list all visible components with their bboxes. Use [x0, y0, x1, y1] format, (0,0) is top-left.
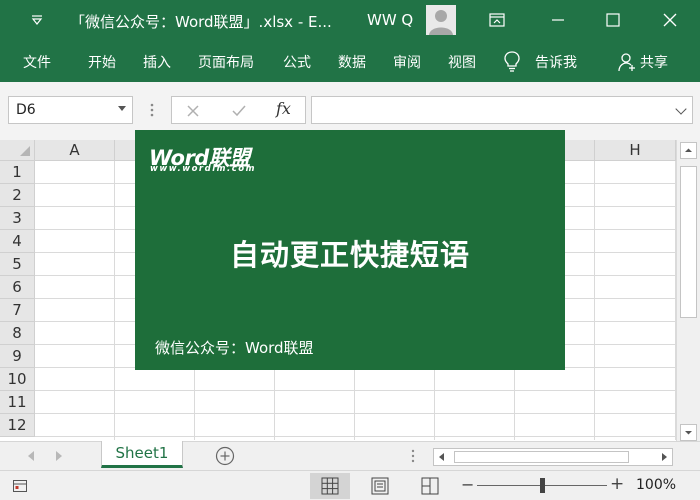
select-all-icon	[20, 146, 30, 156]
row-header[interactable]: 1	[0, 161, 35, 184]
lightbulb-icon[interactable]	[502, 50, 522, 72]
status-bar: − + 100%	[0, 470, 700, 500]
formula-tools: fx	[171, 96, 306, 124]
scroll-thumb[interactable]	[680, 166, 697, 318]
minimize-icon[interactable]	[546, 8, 570, 32]
banner-headline: 自动更正快捷短语	[229, 238, 470, 272]
tab-data[interactable]: 数据	[338, 52, 366, 72]
ribbon-tabs: 文件 开始 插入 页面布局 公式 数据 审阅 视图 告诉我 共享	[0, 40, 700, 82]
column-header-a[interactable]: A	[35, 140, 115, 161]
formula-input[interactable]	[311, 96, 693, 124]
zoom-out-button[interactable]: −	[461, 475, 474, 494]
sheet-tab-bar: Sheet1	[0, 441, 700, 470]
gridline	[35, 390, 676, 391]
tab-view[interactable]: 视图	[448, 52, 476, 72]
column-header-h[interactable]: H	[595, 140, 676, 161]
tab-insert[interactable]: 插入	[143, 52, 171, 72]
zoom-level[interactable]: 100%	[636, 477, 676, 493]
row-header[interactable]: 3	[0, 207, 35, 230]
brand-url: www.wordlm.com	[150, 164, 256, 174]
scroll-left-icon[interactable]	[439, 453, 444, 461]
zoom-slider-thumb[interactable]	[539, 478, 545, 493]
scroll-down-button[interactable]	[680, 424, 697, 441]
select-all-button[interactable]	[0, 140, 35, 161]
next-sheet-icon[interactable]	[56, 451, 62, 461]
tab-file[interactable]: 文件	[23, 52, 51, 72]
row-header[interactable]: 5	[0, 253, 35, 276]
name-box-value: D6	[16, 102, 36, 118]
row-header[interactable]: 10	[0, 368, 35, 391]
gridline	[35, 436, 676, 437]
gridline	[594, 161, 595, 440]
close-icon[interactable]	[658, 8, 682, 32]
window-title: 「微信公众号：Word联盟」.xlsx - E...	[70, 13, 332, 31]
tab-home[interactable]: 开始	[88, 52, 116, 72]
gridline	[35, 413, 676, 414]
row-header[interactable]: 9	[0, 345, 35, 368]
tab-split-handle-icon[interactable]	[411, 448, 415, 464]
user-name[interactable]: WW Q	[367, 11, 413, 29]
add-sheet-icon[interactable]	[215, 446, 235, 466]
zoom-in-button[interactable]: +	[610, 474, 624, 494]
cancel-icon[interactable]	[184, 102, 202, 120]
share-button[interactable]: 共享	[640, 52, 668, 72]
tab-review[interactable]: 审阅	[393, 52, 421, 72]
sheet-tab-sheet1[interactable]: Sheet1	[101, 441, 183, 468]
prev-sheet-icon[interactable]	[28, 451, 34, 461]
h-scroll-thumb[interactable]	[454, 451, 629, 463]
row-header[interactable]: 11	[0, 391, 35, 414]
row-header[interactable]: 12	[0, 414, 35, 437]
ribbon-display-options-icon[interactable]	[485, 8, 509, 32]
avatar[interactable]	[426, 5, 456, 35]
row-header[interactable]: 6	[0, 276, 35, 299]
scroll-right-icon[interactable]	[662, 453, 667, 461]
normal-view-button[interactable]	[310, 473, 350, 499]
row-header[interactable]: 2	[0, 184, 35, 207]
chevron-down-icon[interactable]	[118, 106, 126, 111]
row-header[interactable]: 8	[0, 322, 35, 345]
vertical-scrollbar[interactable]	[676, 140, 700, 444]
tab-page-layout[interactable]: 页面布局	[198, 52, 254, 72]
page-break-view-button[interactable]	[410, 473, 450, 499]
enter-check-icon[interactable]	[230, 102, 248, 120]
macro-record-icon[interactable]	[12, 478, 28, 494]
maximize-icon[interactable]	[601, 8, 625, 32]
insert-function-button[interactable]: fx	[276, 99, 291, 118]
tell-me-search[interactable]: 告诉我	[535, 52, 577, 72]
name-box[interactable]: D6	[8, 96, 133, 124]
resize-handle-icon[interactable]	[150, 100, 154, 120]
title-bar: 「微信公众号：Word联盟」.xlsx - E... WW Q	[0, 0, 700, 40]
gridline	[114, 161, 115, 440]
share-icon[interactable]	[618, 52, 636, 72]
horizontal-scrollbar[interactable]	[433, 448, 673, 466]
row-header[interactable]: 7	[0, 299, 35, 322]
scroll-up-button[interactable]	[680, 142, 697, 159]
banner-footer: 微信公众号：Word联盟	[155, 339, 314, 357]
quick-access-dropdown-icon[interactable]	[28, 11, 46, 29]
row-header[interactable]: 4	[0, 230, 35, 253]
page-layout-view-button[interactable]	[360, 473, 400, 499]
tab-formulas[interactable]: 公式	[283, 52, 311, 72]
promo-banner: Word联盟 www.wordlm.com 自动更正快捷短语 微信公众号：Wor…	[135, 130, 565, 370]
